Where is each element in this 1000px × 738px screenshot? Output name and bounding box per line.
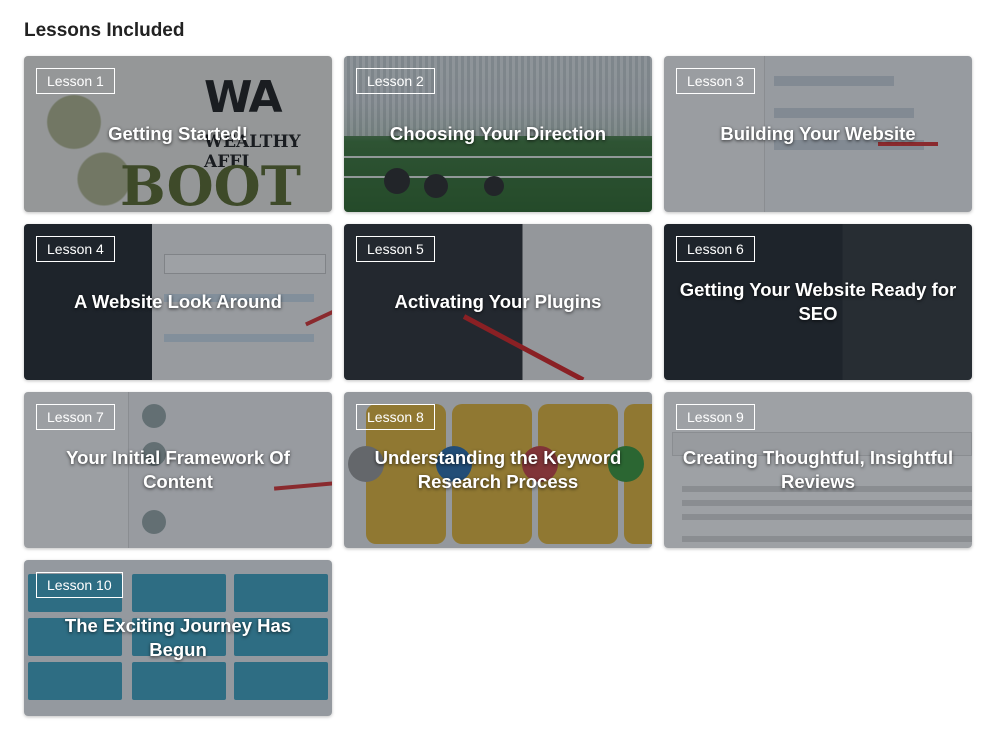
lesson-card-7[interactable]: Lesson 7 Your Initial Framework Of Conte…: [24, 392, 332, 548]
lesson-title: Activating Your Plugins: [394, 291, 602, 312]
lesson-title: Your Initial Framework Of Content: [66, 447, 290, 492]
lesson-title: Creating Thoughtful, Insightful Reviews: [682, 447, 954, 492]
lesson-title: A Website Look Around: [74, 291, 282, 312]
lesson-title: Choosing Your Direction: [389, 123, 607, 144]
lesson-title: The Exciting Journey Has Begun: [64, 615, 292, 660]
lesson-card-2[interactable]: Lesson 2 Choosing Your Direction: [344, 56, 652, 212]
lesson-card-10[interactable]: Lesson 10 The Exciting Journey Has Begun: [24, 560, 332, 716]
lesson-title: Understanding the Keyword Research Proce…: [374, 447, 622, 492]
lesson-card-8[interactable]: Lesson 8 Understanding the Keyword Resea…: [344, 392, 652, 548]
lesson-card-9[interactable]: Lesson 9 Creating Thoughtful, Insightful…: [664, 392, 972, 548]
lesson-title: Building Your Website: [720, 123, 916, 144]
lesson-title: Getting Started!: [108, 123, 248, 144]
lesson-card-6[interactable]: Lesson 6 Getting Your Website Ready for …: [664, 224, 972, 380]
lesson-title: Getting Your Website Ready for SEO: [679, 279, 957, 324]
lesson-card-3[interactable]: Lesson 3 Building Your Website: [664, 56, 972, 212]
section-title: Lessons Included: [24, 20, 185, 41]
lesson-card-1[interactable]: WA WEALTHY AFFI BOOT CA Lesson 1 Getting…: [24, 56, 332, 212]
lesson-card-4[interactable]: Lesson 4 A Website Look Around: [24, 224, 332, 380]
lesson-card-5[interactable]: Lesson 5 Activating Your Plugins: [344, 224, 652, 380]
